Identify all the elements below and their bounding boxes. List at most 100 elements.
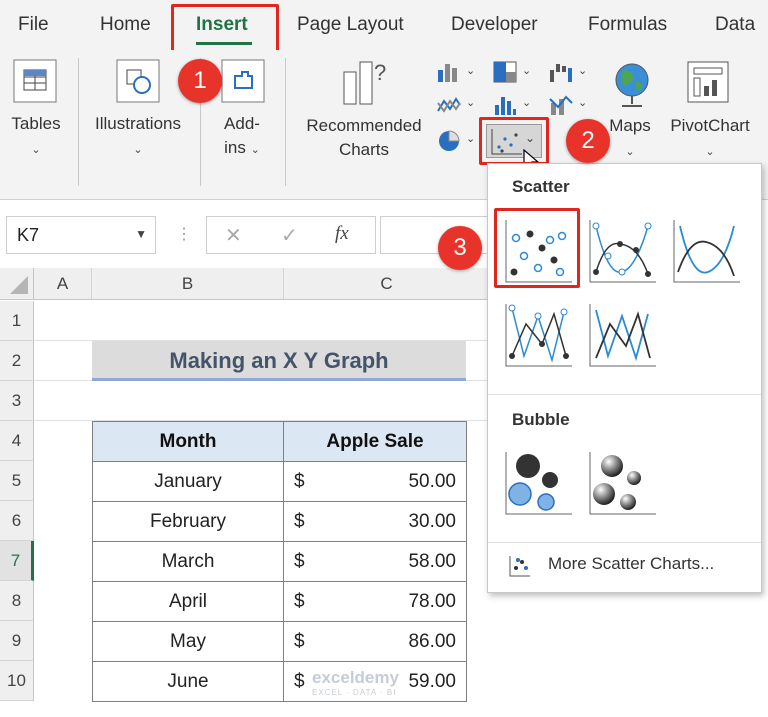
scatter-section-title: Scatter bbox=[512, 177, 570, 196]
amount-cell[interactable]: $86.00 bbox=[283, 621, 467, 662]
table-row: April $78.00 bbox=[92, 581, 467, 622]
column-chart-icon[interactable] bbox=[436, 60, 462, 89]
chevron-down-icon[interactable]: ⌄ bbox=[522, 96, 531, 109]
amount-value: 86.00 bbox=[408, 630, 456, 652]
header-month[interactable]: Month bbox=[92, 421, 284, 462]
table-row: May $86.00 bbox=[92, 621, 467, 662]
data-table: Month Apple Sale January $50.00 February… bbox=[92, 421, 467, 702]
maps-label: Maps bbox=[609, 116, 651, 135]
column-header-a[interactable]: A bbox=[34, 268, 92, 300]
row-header[interactable]: 1 bbox=[0, 301, 34, 341]
pie-chart-icon[interactable] bbox=[436, 128, 462, 159]
line-chart-icon[interactable] bbox=[436, 93, 462, 122]
tab-developer[interactable]: Developer bbox=[451, 14, 538, 36]
table-row: June $59.00 bbox=[92, 661, 467, 702]
row-header-selected[interactable]: 7 bbox=[0, 541, 34, 581]
column-header-c[interactable]: C bbox=[284, 268, 490, 300]
watermark: exceldemy EXCEL · DATA · BI bbox=[312, 668, 399, 697]
row-header[interactable]: 10 bbox=[0, 661, 34, 701]
more-options-icon[interactable]: ⋮ bbox=[176, 224, 192, 244]
illustrations-button[interactable]: Illustrations ⌄ bbox=[90, 112, 186, 162]
tables-label: Tables bbox=[11, 114, 61, 133]
currency-symbol: $ bbox=[294, 510, 305, 532]
table-row: February $30.00 bbox=[92, 501, 467, 542]
tab-home[interactable]: Home bbox=[100, 14, 151, 36]
chevron-down-icon[interactable]: ⌄ bbox=[466, 96, 475, 109]
chevron-down-icon: ⌄ bbox=[31, 144, 41, 156]
add-ins-button[interactable]: Add-ins ⌄ bbox=[214, 112, 270, 162]
watermark-brand: exceldemy bbox=[312, 668, 399, 687]
more-scatter-charts[interactable]: More Scatter Charts... bbox=[508, 554, 714, 583]
row-header[interactable]: 4 bbox=[0, 421, 34, 461]
amount-value: 30.00 bbox=[408, 510, 456, 532]
month-cell[interactable]: March bbox=[92, 541, 284, 582]
tables-button[interactable]: Tables ⌄ bbox=[10, 112, 62, 162]
pivotchart-icon[interactable] bbox=[686, 60, 732, 111]
amount-cell[interactable]: $78.00 bbox=[283, 581, 467, 622]
month-cell[interactable]: June bbox=[92, 661, 284, 702]
sheet-title[interactable]: Making an X Y Graph bbox=[92, 341, 466, 381]
maps-button[interactable]: Maps ⌄ bbox=[604, 114, 656, 164]
amount-cell[interactable]: $50.00 bbox=[283, 461, 467, 502]
svg-text:?: ? bbox=[374, 60, 386, 85]
row-header[interactable]: 2 bbox=[0, 341, 34, 381]
watermark-tagline: EXCEL · DATA · BI bbox=[312, 688, 397, 697]
table-row: March $58.00 bbox=[92, 541, 467, 582]
select-all-corner[interactable] bbox=[0, 268, 34, 300]
enter-icon[interactable]: ✓ bbox=[281, 223, 298, 248]
month-cell[interactable]: February bbox=[92, 501, 284, 542]
row-header[interactable]: 5 bbox=[0, 461, 34, 501]
row-header[interactable]: 8 bbox=[0, 581, 34, 621]
currency-symbol: $ bbox=[294, 590, 305, 612]
illustrations-icon[interactable] bbox=[115, 58, 161, 109]
tab-data[interactable]: Data bbox=[715, 14, 755, 36]
bubble-thumb[interactable] bbox=[502, 448, 574, 520]
tables-icon[interactable] bbox=[12, 58, 58, 109]
amount-value: 78.00 bbox=[408, 590, 456, 612]
row-header[interactable]: 6 bbox=[0, 501, 34, 541]
tab-file[interactable]: File bbox=[18, 14, 49, 36]
more-scatter-charts-label: More Scatter Charts... bbox=[548, 554, 715, 573]
hierarchy-chart-icon[interactable] bbox=[492, 60, 518, 89]
step-badge-3: 3 bbox=[438, 226, 482, 270]
scatter-smooth-lines-markers-thumb[interactable] bbox=[586, 216, 658, 288]
row-header[interactable]: 3 bbox=[0, 381, 34, 421]
waterfall-chart-icon[interactable] bbox=[548, 60, 574, 89]
header-apple-sale[interactable]: Apple Sale bbox=[283, 421, 467, 462]
row-header[interactable]: 9 bbox=[0, 621, 34, 661]
currency-symbol: $ bbox=[294, 550, 305, 572]
recommended-label-1: Recommended bbox=[306, 116, 422, 135]
bubble-3d-thumb[interactable] bbox=[586, 448, 658, 520]
maps-icon[interactable] bbox=[610, 60, 654, 115]
month-cell[interactable]: May bbox=[92, 621, 284, 662]
insert-function-icon[interactable]: fx bbox=[335, 223, 349, 245]
chevron-down-icon[interactable]: ⌄ bbox=[578, 64, 587, 77]
table-header-row: Month Apple Sale bbox=[92, 421, 467, 462]
tab-page-layout[interactable]: Page Layout bbox=[297, 14, 404, 36]
tab-formulas[interactable]: Formulas bbox=[588, 14, 667, 36]
chevron-down-icon[interactable]: ▼ bbox=[135, 227, 147, 241]
chevron-down-icon[interactable]: ⌄ bbox=[466, 64, 475, 77]
amount-cell[interactable]: $58.00 bbox=[283, 541, 467, 582]
month-cell[interactable]: April bbox=[92, 581, 284, 622]
amount-value: 58.00 bbox=[408, 550, 456, 572]
scatter-smooth-lines-thumb[interactable] bbox=[670, 216, 742, 288]
chevron-down-icon[interactable]: ⌄ bbox=[466, 132, 475, 145]
name-box[interactable]: K7 ▼ bbox=[6, 216, 156, 254]
scatter-straight-lines-markers-thumb[interactable] bbox=[502, 300, 574, 372]
table-row: January $50.00 bbox=[92, 461, 467, 502]
name-box-value: K7 bbox=[17, 225, 40, 245]
combo-chart-icon[interactable] bbox=[548, 93, 574, 122]
add-ins-icon[interactable] bbox=[220, 58, 266, 109]
cancel-icon[interactable]: ✕ bbox=[225, 223, 242, 248]
recommended-charts-icon[interactable]: ? bbox=[340, 58, 390, 113]
amount-cell[interactable]: $30.00 bbox=[283, 501, 467, 542]
scatter-straight-lines-thumb[interactable] bbox=[586, 300, 658, 372]
column-header-b[interactable]: B bbox=[92, 268, 284, 300]
formula-buttons: ✕ ✓ fx bbox=[206, 216, 376, 254]
chevron-down-icon[interactable]: ⌄ bbox=[522, 64, 531, 77]
pivotchart-button[interactable]: PivotChart ⌄ bbox=[664, 114, 756, 164]
month-cell[interactable]: January bbox=[92, 461, 284, 502]
recommended-charts-button[interactable]: Recommended Charts bbox=[298, 114, 430, 162]
chevron-down-icon[interactable]: ⌄ bbox=[578, 96, 587, 109]
